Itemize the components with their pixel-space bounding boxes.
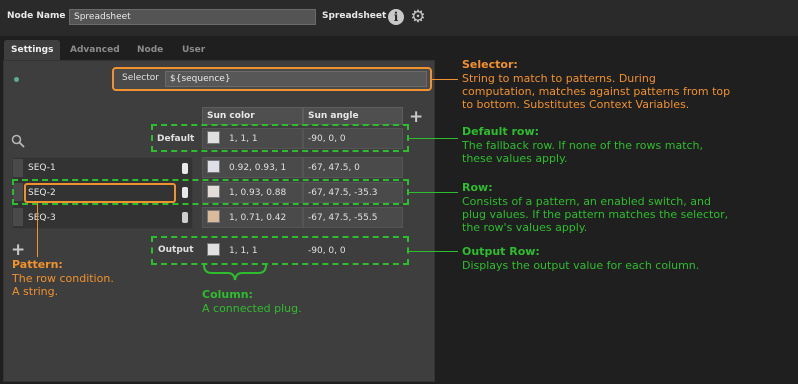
selector-label: Selector	[122, 73, 159, 83]
row-color-value: 0.92, 0.93, 1	[229, 163, 287, 173]
row-annotation-title: Row:	[462, 181, 493, 194]
selector-annotation-title: Selector:	[462, 58, 518, 71]
selector-input[interactable]: ${sequence}	[165, 71, 427, 87]
output-row-connector	[409, 251, 458, 252]
selector-connector	[432, 79, 458, 80]
tab-node[interactable]: Node	[130, 40, 170, 60]
row-color-swatch[interactable]	[207, 210, 220, 223]
row-annotation-text: Consists of a pattern, an enabled switch…	[462, 195, 729, 234]
default-row-annotation-title: Default row:	[462, 125, 540, 138]
info-icon[interactable]: i	[388, 9, 404, 25]
column-bracket	[203, 264, 267, 281]
gear-icon[interactable]: ⚙	[409, 8, 427, 26]
row-color-value: 1, 0.71, 0.42	[229, 213, 287, 223]
pattern-connector	[37, 203, 38, 257]
column-header-sun-color[interactable]: Sun color	[202, 107, 303, 125]
output-row-annotation-title: Output Row:	[462, 245, 540, 258]
default-row-connector	[409, 138, 458, 139]
row-pattern-seq-1[interactable]: SEQ-1	[24, 159, 194, 177]
row-pattern-seq-3[interactable]: SEQ-3	[24, 209, 194, 227]
output-row-annotation-text: Displays the output value for each colum…	[462, 259, 700, 272]
column-annotation-text: A connected plug.	[202, 302, 302, 315]
output-row-highlight	[151, 236, 409, 265]
default-row-annotation-text: The fallback row. If none of the rows ma…	[462, 139, 704, 165]
tab-user[interactable]: User	[175, 40, 212, 60]
node-name-field[interactable]: Spreadsheet	[69, 9, 316, 25]
row-color-swatch[interactable]	[207, 160, 220, 173]
status-indicator	[14, 77, 19, 82]
tab-settings[interactable]: Settings	[4, 40, 61, 60]
add-column-icon[interactable]: +	[409, 109, 423, 126]
row-handle[interactable]	[13, 159, 23, 177]
column-annotation-title: Column:	[202, 288, 253, 301]
pattern-annotation-text: The row condition. A string.	[12, 272, 114, 298]
node-type-label: Spreadsheet	[322, 11, 387, 21]
column-header-sun-angle[interactable]: Sun angle	[303, 107, 403, 125]
default-row-highlight	[151, 124, 409, 152]
row-connector	[409, 192, 458, 193]
row-angle-cell[interactable]: -67, 47.5, -55.5	[303, 207, 403, 228]
row-enabled-switch[interactable]	[182, 212, 188, 223]
node-name-label: Node Name	[7, 11, 66, 21]
pattern-annotation-title: Pattern:	[12, 258, 63, 271]
selector-annotation-text: String to match to patterns. During comp…	[462, 72, 731, 111]
pattern-highlight	[24, 183, 176, 203]
row-enabled-switch[interactable]	[182, 163, 188, 174]
row-handle[interactable]	[13, 208, 23, 226]
search-icon[interactable]	[11, 134, 25, 148]
add-row-icon[interactable]: +	[11, 240, 25, 260]
tab-advanced[interactable]: Advanced	[63, 40, 127, 60]
row-angle-cell[interactable]: -67, 47.5, 0	[303, 157, 403, 178]
